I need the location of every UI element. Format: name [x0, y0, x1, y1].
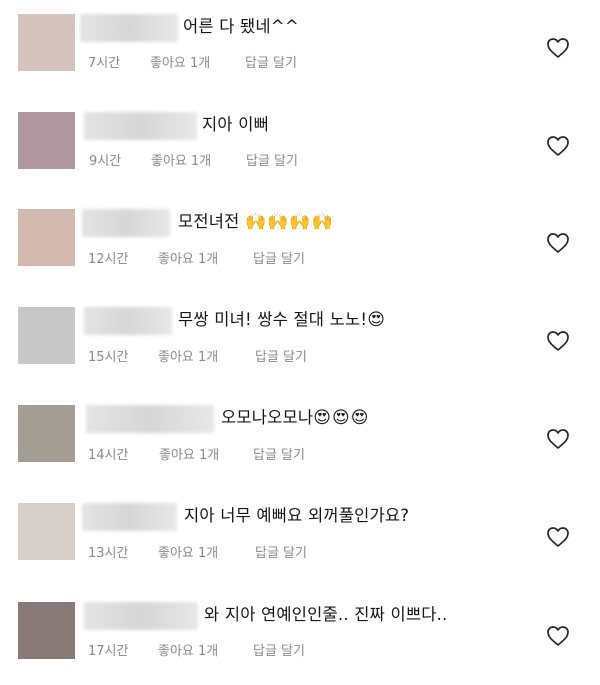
raising-hands-emoji: 🙌🙌🙌🙌 — [244, 212, 334, 232]
heart-icon[interactable] — [546, 37, 570, 59]
comment-time: 15시간 — [88, 350, 129, 365]
comment-item: 지아 너무 예뻐요 외꺼풀인가요? 13시간 좋아요 1개 답글 달기 — [0, 489, 600, 586]
reply-button[interactable]: 답글 달기 — [253, 248, 305, 267]
likes-count[interactable]: 좋아요 1개 — [158, 346, 218, 365]
comment-time: 17시간 — [88, 644, 129, 659]
comment-time: 13시간 — [88, 546, 129, 561]
heart-eyes-emoji: 😍 — [367, 310, 386, 330]
heart-icon[interactable] — [546, 232, 570, 254]
comment-text: 오모나오모나😍😍😍 — [221, 408, 370, 428]
comment-item: 오모나오모나😍😍😍 14시간 좋아요 1개 답글 달기 — [0, 391, 600, 488]
comment-item: 모전녀전 🙌🙌🙌🙌 12시간 좋아요 1개 답글 달기 — [0, 195, 600, 292]
comment-text: 무쌍 미녀! 쌍수 절대 노노!😍 — [178, 310, 386, 330]
likes-count[interactable]: 좋아요 1개 — [159, 444, 219, 463]
avatar[interactable] — [18, 209, 75, 266]
heart-icon[interactable] — [546, 428, 570, 450]
comment-text: 와 지아 연예인인줄.. 진짜 이쁘다.. — [204, 605, 448, 624]
username-blurred[interactable] — [84, 112, 197, 140]
avatar[interactable] — [18, 405, 75, 462]
comment-text: 지아 이뻐 — [202, 115, 269, 134]
comment-item: 어른 다 됐네^^ 7시간 좋아요 1개 답글 달기 — [0, 0, 600, 97]
username-blurred[interactable] — [86, 405, 214, 433]
likes-count[interactable]: 좋아요 1개 — [150, 52, 210, 71]
reply-button[interactable]: 답글 달기 — [253, 640, 305, 659]
comment-time: 7시간 — [88, 56, 121, 71]
comment-text: 어른 다 됐네^^ — [183, 17, 299, 36]
heart-icon[interactable] — [546, 526, 570, 548]
reply-button[interactable]: 답글 달기 — [255, 542, 307, 561]
comment-item: 지아 이뻐 9시간 좋아요 1개 답글 달기 — [0, 98, 600, 195]
heart-icon[interactable] — [546, 330, 570, 352]
comment-item: 와 지아 연예인인줄.. 진짜 이쁘다.. 17시간 좋아요 1개 답글 달기 — [0, 588, 600, 685]
username-blurred[interactable] — [84, 307, 172, 335]
comment-time: 12시간 — [88, 252, 129, 267]
username-blurred[interactable] — [82, 209, 170, 237]
heart-icon[interactable] — [546, 625, 570, 647]
username-blurred[interactable] — [84, 602, 198, 630]
avatar[interactable] — [18, 14, 75, 71]
heart-eyes-emoji: 😍😍😍 — [313, 408, 370, 428]
reply-button[interactable]: 답글 달기 — [255, 346, 307, 365]
comment-text: 지아 너무 예뻐요 외꺼풀인가요? — [184, 506, 410, 525]
avatar[interactable] — [18, 602, 75, 659]
reply-button[interactable]: 답글 달기 — [246, 150, 298, 169]
reply-button[interactable]: 답글 달기 — [253, 444, 305, 463]
likes-count[interactable]: 좋아요 1개 — [158, 542, 218, 561]
comment-time: 9시간 — [89, 154, 122, 169]
username-blurred[interactable] — [80, 14, 178, 42]
likes-count[interactable]: 좋아요 1개 — [158, 248, 218, 267]
reply-button[interactable]: 답글 달기 — [245, 52, 297, 71]
comment-time: 14시간 — [88, 448, 129, 463]
avatar[interactable] — [18, 307, 75, 364]
likes-count[interactable]: 좋아요 1개 — [151, 150, 211, 169]
username-blurred[interactable] — [82, 503, 177, 531]
comment-text: 모전녀전 🙌🙌🙌🙌 — [178, 212, 334, 232]
heart-icon[interactable] — [546, 135, 570, 157]
avatar[interactable] — [18, 112, 75, 169]
avatar[interactable] — [18, 503, 75, 560]
comment-item: 무쌍 미녀! 쌍수 절대 노노!😍 15시간 좋아요 1개 답글 달기 — [0, 293, 600, 390]
likes-count[interactable]: 좋아요 1개 — [158, 640, 218, 659]
